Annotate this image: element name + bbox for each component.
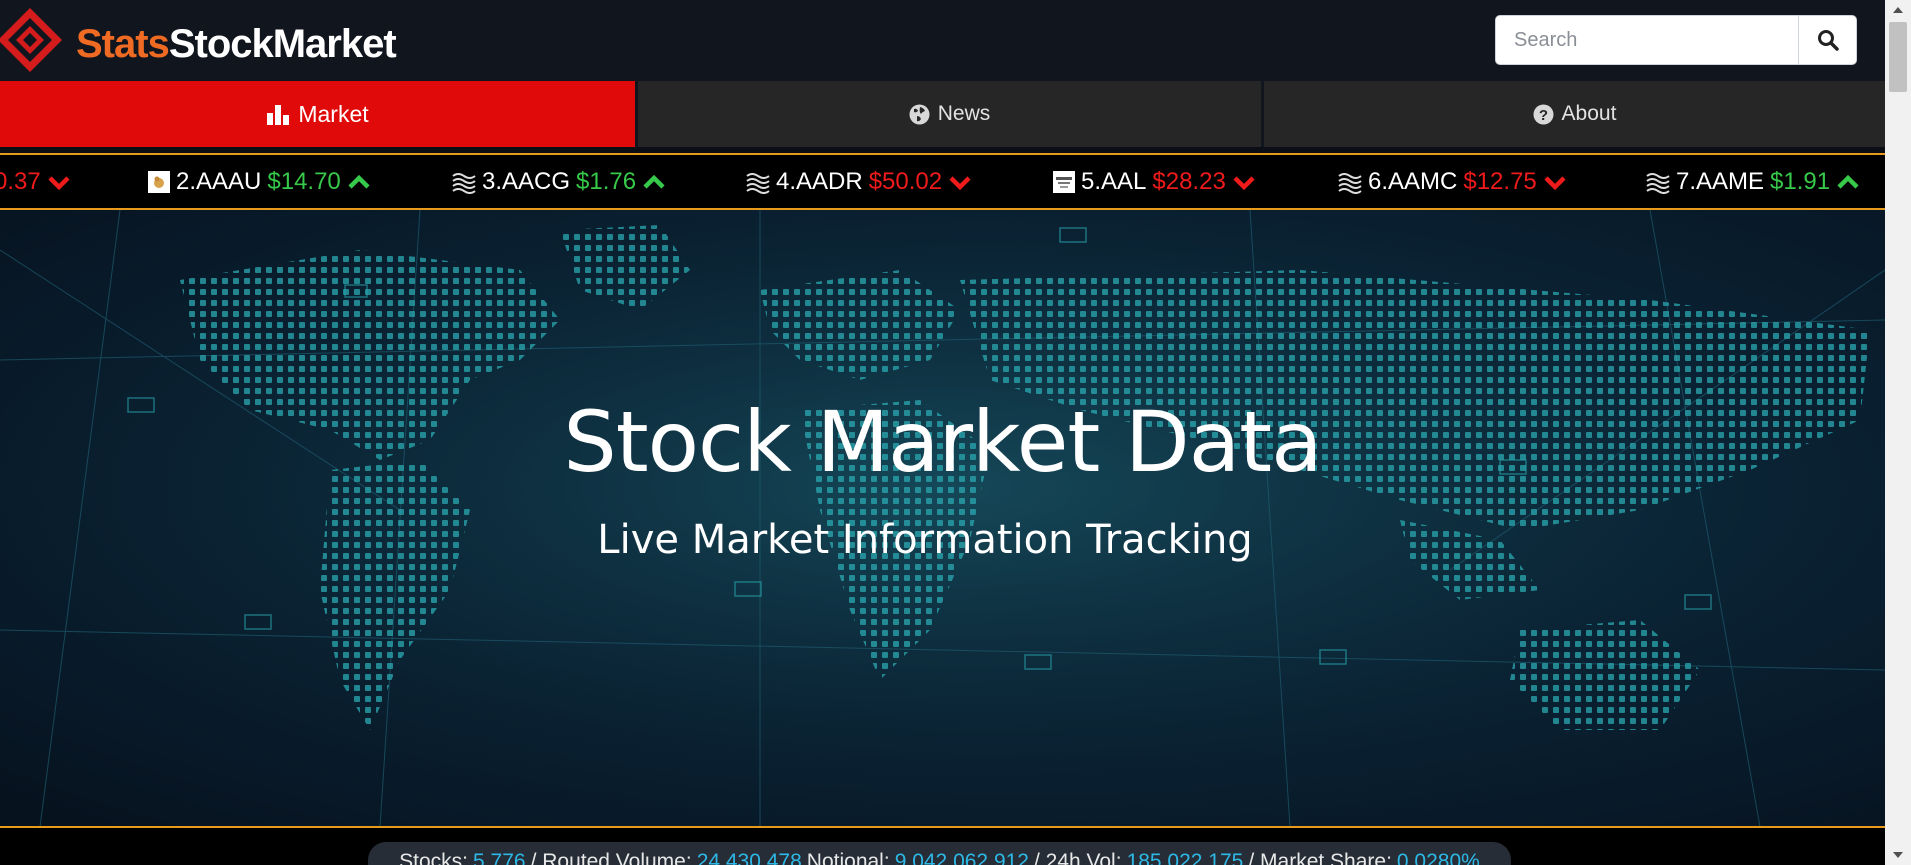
notional-label: Notional:: [806, 850, 890, 865]
ticker-symbol: 5.AAL: [1081, 167, 1147, 195]
wave-icon: [1338, 172, 1362, 194]
tab-market[interactable]: Market: [0, 81, 635, 147]
search-input[interactable]: [1495, 15, 1798, 65]
ticker-item[interactable]: 2.AAAU $14.70: [148, 155, 371, 208]
tab-market-label: Market: [298, 100, 369, 127]
ticker-item[interactable]: 5.AAL $28.23: [1053, 155, 1256, 208]
wave-icon: [452, 172, 476, 194]
wave-icon: [1646, 172, 1670, 194]
question-circle-icon: ?: [1533, 104, 1554, 125]
ticker-price: $12.75: [1463, 167, 1537, 195]
market-stats-bar: Stocks: 5,776 / Routed Volume: 24,430,47…: [0, 826, 1885, 865]
ticker-symbol: 2.AAAU: [176, 167, 262, 195]
bar-chart-icon: [266, 103, 290, 125]
tab-about-label: About: [1561, 102, 1617, 125]
ticker-price: $50.02: [868, 167, 943, 195]
ticker-price: $14.70: [267, 167, 341, 195]
ticker-symbol: 7.AAME: [1676, 167, 1765, 195]
tab-news[interactable]: News: [635, 81, 1261, 147]
market-share-value: 0.0280%: [1396, 850, 1480, 865]
chevron-down-icon: [949, 175, 971, 190]
scroll-down-button[interactable]: [1885, 845, 1911, 865]
search-icon: [1817, 30, 1839, 51]
ticker-symbol: 4.AADR: [776, 167, 863, 195]
chevron-up-icon: [348, 174, 370, 189]
market-share-label: / Market Share:: [1248, 850, 1392, 865]
volume-24h-value: 185,022,175: [1126, 850, 1244, 865]
ticker-symbol: 6.AAMC: [1368, 167, 1458, 195]
ticker-price: $1.91: [1770, 167, 1831, 195]
chevron-down-icon: [1233, 175, 1255, 190]
ticker-price: $28.23: [1152, 167, 1226, 195]
company-logo-icon: [1053, 170, 1075, 193]
routed-volume-label: / Routed Volume:: [530, 850, 692, 865]
ticker-symbol: 3.AACG: [482, 167, 571, 195]
main-nav: Market News ? About: [0, 81, 1885, 147]
svg-text:?: ?: [1538, 107, 1547, 124]
notional-value: 9,042,062,912: [894, 850, 1029, 865]
market-stats-pill: Stocks: 5,776 / Routed Volume: 24,430,47…: [368, 842, 1511, 865]
stock-ticker: 0.37 2.AAAU $14.70 3.AACG $1.76 4.AADR $…: [0, 153, 1885, 210]
chevron-down-icon: [48, 175, 70, 190]
chevron-down-icon: [1544, 175, 1566, 190]
hero-banner: Stock Market Data Live Market Informatio…: [0, 210, 1885, 827]
tab-about[interactable]: ? About: [1261, 81, 1885, 147]
logo-text: StatsStockMarket: [76, 22, 397, 67]
stocks-label: Stocks:: [399, 850, 469, 865]
logo-text-stats: Stats: [76, 22, 170, 66]
ticker-item[interactable]: 3.AACG $1.76: [452, 155, 666, 208]
routed-volume-value: 24,430,478: [696, 850, 802, 865]
search-button[interactable]: [1798, 15, 1857, 65]
chevron-up-icon: [643, 174, 665, 189]
scroll-thumb[interactable]: [1889, 22, 1907, 92]
search-form: [1495, 15, 1857, 65]
ticker-item[interactable]: 0.37: [0, 155, 71, 208]
ticker-price: $1.76: [576, 167, 637, 195]
hero-title: Stock Market Data: [563, 393, 1322, 491]
arrow-up-icon: [1893, 7, 1903, 13]
ticker-item[interactable]: 4.AADR $50.02: [746, 155, 972, 208]
chevron-up-icon: [1837, 174, 1859, 189]
ticker-item[interactable]: 7.AAME $1.91: [1646, 155, 1860, 208]
tab-news-label: News: [937, 102, 991, 125]
arrow-down-icon: [1893, 852, 1903, 858]
company-logo-icon: [148, 170, 170, 193]
ticker-item[interactable]: 6.AAMC $12.75: [1338, 155, 1567, 208]
logo-text-stockmarket: StockMarket: [168, 22, 397, 66]
header: StatsStockMarket: [0, 0, 1885, 81]
wave-icon: [746, 172, 770, 194]
page-scrollbar[interactable]: [1885, 0, 1911, 865]
volume-24h-label: / 24h Vol:: [1033, 850, 1122, 865]
ticker-price: 0.37: [0, 167, 41, 195]
stocks-value: 5,776: [473, 850, 526, 865]
scroll-up-button[interactable]: [1885, 0, 1911, 20]
globe-icon: [909, 104, 930, 125]
hero-subtitle: Live Market Information Tracking: [597, 517, 1253, 563]
page: StatsStockMarket Market News: [0, 0, 1911, 865]
logo-diamond-icon: [0, 8, 62, 72]
